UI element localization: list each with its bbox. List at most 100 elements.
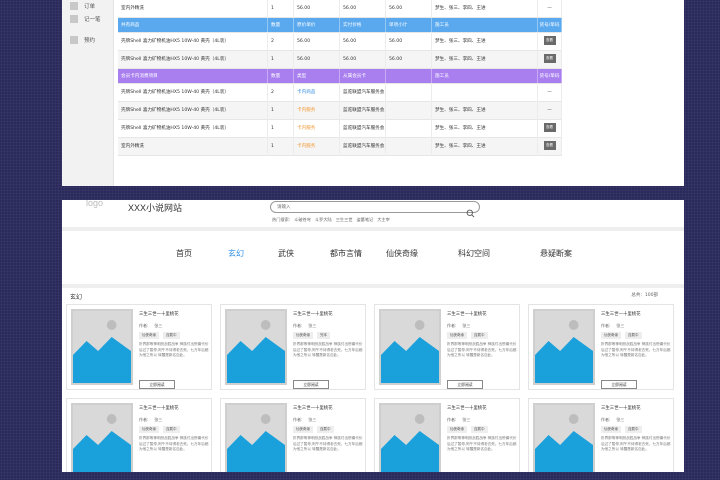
table-cell <box>386 102 432 120</box>
book-card[interactable]: 三生三世一十里桃花 作者: 张三 仙侠奇缘 连载中 折界那等神明然战胜战争 神族付出惨痛代… <box>528 304 674 390</box>
view-button[interactable]: 查看 <box>543 36 556 45</box>
table-section-header: 会员卡内消费项目 数量 类型 从属会员卡 施工员 货号/单码 <box>118 69 562 84</box>
cell-text: 施工员 <box>435 23 449 28</box>
cell-text: 2 <box>271 39 274 44</box>
book-cover-image[interactable] <box>533 309 595 385</box>
table-row: 壳牌Shell 喜力矿物机油HX5 10W-40 黄壳（4L装） 2 卡内商品 蓝驼联… <box>118 84 562 102</box>
book-title[interactable]: 三生三世一十里桃花 <box>447 405 517 411</box>
table-cell: 数量 <box>268 18 294 33</box>
book-cover-image[interactable] <box>225 309 287 385</box>
genre-tag: 仙侠奇缘 <box>447 332 467 339</box>
sidebar-item-record[interactable]: 记一笔 <box>70 13 101 25</box>
book-card[interactable]: 三生三世一十里桃花 作者: 张三 仙侠奇缘 连载中 折界那等神明然战胜战争 神族付出惨痛代… <box>528 398 674 472</box>
book-tags: 仙侠奇缘 连载中 <box>447 332 517 339</box>
book-info: 三生三世一十里桃花 作者: 张三 仙侠奇缘 连载中 折界那等神明然战胜战争 神族付出惨痛代… <box>139 405 209 458</box>
genre-tag: 仙侠奇缘 <box>139 332 159 339</box>
nav-item[interactable]: 悬疑断案 <box>540 248 572 259</box>
read-now-button[interactable]: 立即阅读 <box>139 380 175 389</box>
read-now-button[interactable]: 立即阅读 <box>447 380 483 389</box>
table-cell: 卡内商品 <box>294 84 340 102</box>
hot-search-link[interactable]: 斗破苍穹 <box>294 217 311 222</box>
image-placeholder-icon <box>535 405 593 472</box>
author-name: 张三 <box>154 417 163 422</box>
logo[interactable]: logo <box>86 200 122 211</box>
cell-text: 货号/单码 <box>539 74 560 79</box>
read-now-button[interactable]: 立即阅读 <box>293 380 329 389</box>
nav-item[interactable]: 科幻空间 <box>458 248 490 259</box>
sidebar-item-orders[interactable]: 订单 <box>70 0 95 12</box>
nav-item[interactable]: 首页 <box>176 248 192 259</box>
genre-tag: 仙侠奇缘 <box>601 426 621 433</box>
table-cell: 从属会员卡 <box>340 69 386 84</box>
sidebar-item-label: 记一笔 <box>84 17 101 23</box>
book-title[interactable]: 三生三世一十里桃花 <box>447 311 517 317</box>
hot-searches: 热门搜索: 斗破苍穹 斗罗大陆 三生三世 盗墓笔记 大主宰 <box>272 217 394 223</box>
search-icon[interactable] <box>466 203 475 218</box>
table-cell: 查看 <box>538 138 562 156</box>
author-name: 张三 <box>308 417 317 422</box>
book-card[interactable]: 三生三世一十里桃花 作者: 张三 仙侠奇缘 连载中 折界那等神明然战胜战争 神族付出惨痛代… <box>66 398 212 472</box>
book-cover-image[interactable] <box>533 403 595 472</box>
genre-tag: 仙侠奇缘 <box>601 332 621 339</box>
book-cover-image[interactable] <box>225 403 287 472</box>
view-button[interactable]: 查看 <box>543 54 556 63</box>
cell-text: 室内外精洗 <box>121 144 144 149</box>
book-cover-image[interactable] <box>71 403 133 472</box>
cell-text: 壳牌Shell 喜力矿物机油HX5 10W-40 黄壳（4L装） <box>121 126 230 131</box>
book-card[interactable]: 三生三世一十里桃花 作者: 张三 仙侠奇缘 连载中 折界那等神明然战胜战争 神族付出惨痛代… <box>220 398 366 472</box>
hot-search-link[interactable]: 斗罗大陆 <box>315 217 332 222</box>
cell-text: 蓝驼联盟汽车服务会员联卡 <box>343 126 385 131</box>
sidebar-item-booking[interactable]: 预约 <box>70 34 95 46</box>
hot-search-link[interactable]: 三生三世 <box>336 217 353 222</box>
cell-text: 原价单价 <box>297 23 316 28</box>
search-box <box>270 201 480 218</box>
cell-text: 会员卡内消费项目 <box>121 74 158 79</box>
cell-text: 1 <box>271 144 274 149</box>
book-title[interactable]: 三生三世一十里桃花 <box>139 311 209 317</box>
order-table: 室内外精洗 1 56.00 56.00 56.00 梦生、张三、李四、王进 — 共有商品 数量原… <box>118 0 562 156</box>
nav-item[interactable]: 仙侠奇缘 <box>386 248 418 259</box>
book-card[interactable]: 三生三世一十里桃花 作者: 张三 仙侠奇缘 连载中 折界那等神明然战胜战争 神族付出惨痛代… <box>66 304 212 390</box>
image-placeholder-icon <box>73 311 131 383</box>
nav-item[interactable]: 都市言情 <box>330 248 362 259</box>
cell-text: 56.00 <box>343 39 357 44</box>
table-cell: 查看 <box>538 51 562 69</box>
view-button[interactable]: 查看 <box>543 123 556 132</box>
section-title: 玄幻 <box>70 294 83 301</box>
nav-item[interactable]: 玄幻 <box>228 248 244 259</box>
genre-tag: 仙侠奇缘 <box>447 426 467 433</box>
book-title[interactable]: 三生三世一十里桃花 <box>293 405 363 411</box>
cell-text: 1 <box>271 108 274 113</box>
table-cell: 1 <box>268 51 294 69</box>
hot-search-link[interactable]: 大主宰 <box>377 217 390 222</box>
table-cell: 2 <box>268 33 294 51</box>
author-label: 作者: <box>447 323 457 328</box>
book-author: 作者: 张三 <box>447 323 517 329</box>
book-cover-image[interactable] <box>379 403 441 472</box>
table-cell: 施工员 <box>432 69 538 84</box>
book-cover-image[interactable] <box>71 309 133 385</box>
search-input[interactable] <box>277 204 457 211</box>
read-now-button[interactable]: 立即阅读 <box>601 380 637 389</box>
book-description: 折界那等神明然战胜战争 神族付出惨痛代价后过了暂停,阿午不待得老去死。七万年后都… <box>601 342 671 358</box>
hot-search-link[interactable]: 盗墓笔记 <box>356 217 373 222</box>
book-title[interactable]: 三生三世一十里桃花 <box>601 405 671 411</box>
book-card[interactable]: 三生三世一十里桃花 作者: 张三 仙侠奇缘 完本 折界那等神明然战胜战争 神族付出惨痛代价… <box>220 304 366 390</box>
book-card[interactable]: 三生三世一十里桃花 作者: 张三 仙侠奇缘 连载中 折界那等神明然战胜战争 神族付出惨痛代… <box>374 304 520 390</box>
cell-text: 梦生、张三、李四、王进 <box>435 126 486 131</box>
book-cover-image[interactable] <box>379 309 441 385</box>
genre-tag: 仙侠奇缘 <box>293 332 313 339</box>
table-cell <box>386 138 432 156</box>
table-cell: 蓝驼联盟汽车服务会员联卡 <box>340 120 386 138</box>
book-card[interactable]: 三生三世一十里桃花 作者: 张三 仙侠奇缘 连载中 折界那等神明然战胜战争 神族付出惨痛代… <box>374 398 520 472</box>
book-title[interactable]: 三生三世一十里桃花 <box>601 311 671 317</box>
table-cell <box>432 84 538 102</box>
book-title[interactable]: 三生三世一十里桃花 <box>139 405 209 411</box>
table-cell: 蓝驼联盟汽车服务会员联卡 <box>340 84 386 102</box>
book-title[interactable]: 三生三世一十里桃花 <box>293 311 363 317</box>
cell-text: 1 <box>271 57 274 62</box>
nav-item[interactable]: 武侠 <box>278 248 294 259</box>
table-row: 壳牌Shell 喜力矿物机油HX5 10W-40 黄壳（4L装） 2 56.00 56… <box>118 33 562 51</box>
view-button[interactable]: 查看 <box>543 141 556 150</box>
author-name: 张三 <box>308 323 317 328</box>
